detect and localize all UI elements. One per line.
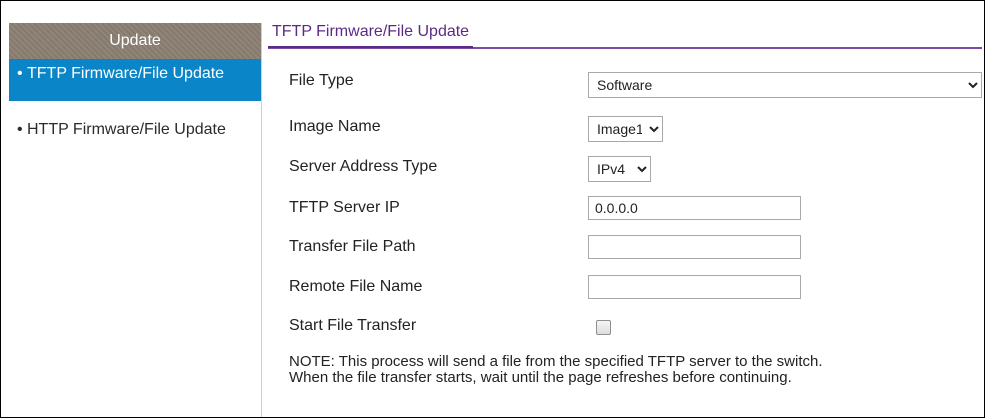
start-file-transfer-checkbox[interactable] bbox=[596, 320, 611, 335]
tftp-server-ip-input[interactable] bbox=[588, 196, 801, 220]
tftp-server-ip-label: TFTP Server IP bbox=[289, 199, 400, 216]
note-line-1: NOTE: This process will send a file from… bbox=[289, 353, 823, 370]
remote-file-name-label: Remote File Name bbox=[289, 278, 423, 295]
server-address-type-select[interactable]: IPv4 bbox=[588, 156, 651, 182]
main-panel: TFTP Firmware/File Update File Type Soft… bbox=[268, 23, 982, 386]
start-file-transfer-label: Start File Transfer bbox=[289, 317, 417, 334]
image-name-select[interactable]: Image1 bbox=[588, 116, 663, 142]
image-name-label: Image Name bbox=[289, 118, 381, 135]
server-address-type-label: Server Address Type bbox=[289, 158, 438, 175]
bullet-icon: • bbox=[17, 121, 23, 138]
sidebar-item-http-update[interactable]: • HTTP Firmware/File Update bbox=[9, 115, 261, 144]
note-text: NOTE: This process will send a file from… bbox=[289, 354, 979, 386]
file-type-label: File Type bbox=[289, 72, 354, 89]
tab-tftp-update[interactable]: TFTP Firmware/File Update bbox=[268, 23, 474, 48]
note-line-2: When the file transfer starts, wait unti… bbox=[289, 369, 792, 386]
sidebar-item-label: TFTP Firmware/File Update bbox=[27, 65, 225, 82]
bullet-icon: • bbox=[17, 65, 23, 82]
remote-file-name-input[interactable] bbox=[588, 275, 801, 299]
file-type-select[interactable]: Software bbox=[588, 72, 982, 98]
sidebar-item-label: HTTP Firmware/File Update bbox=[27, 121, 226, 138]
app-frame: Update • TFTP Firmware/File Update • HTT… bbox=[0, 0, 985, 418]
sidebar: Update • TFTP Firmware/File Update • HTT… bbox=[9, 23, 262, 417]
transfer-file-path-input[interactable] bbox=[588, 235, 801, 259]
sidebar-item-tftp-update[interactable]: • TFTP Firmware/File Update bbox=[9, 59, 261, 101]
transfer-file-path-label: Transfer File Path bbox=[289, 238, 416, 255]
sidebar-header: Update bbox=[9, 23, 261, 59]
